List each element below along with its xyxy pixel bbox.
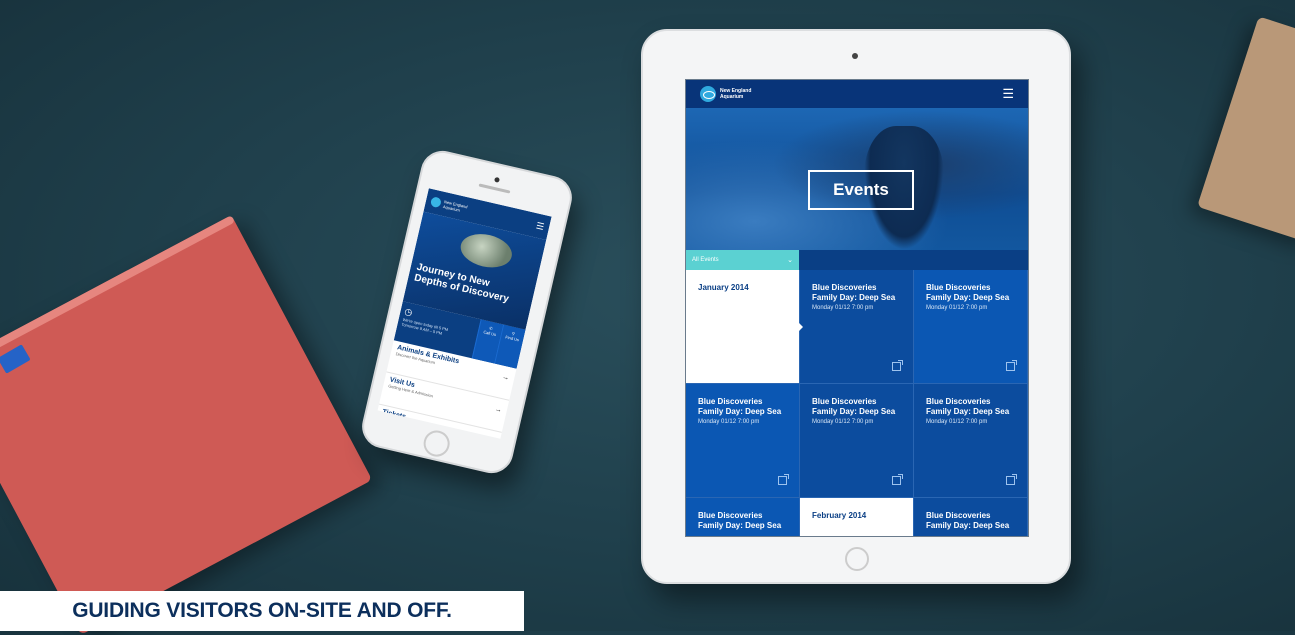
phone-brand: New England Aquarium: [442, 199, 469, 213]
events-filter-dropdown[interactable]: All Events ⌄: [686, 250, 799, 270]
phone-speaker: [478, 183, 511, 194]
event-card[interactable]: Blue Discoveries Family Day: Deep Sea Mo…: [914, 270, 1028, 384]
event-card[interactable]: Blue Discoveries Family Day: Deep Sea Mo…: [800, 270, 914, 384]
phone-hero-title: Journey to New Depths of Discovery: [413, 261, 510, 305]
fish-image: [457, 229, 516, 273]
arrow-right-icon: →: [501, 373, 510, 383]
external-link-icon[interactable]: [778, 474, 789, 485]
event-title: Blue Discoveries Family Day: Deep Sea: [698, 397, 782, 416]
event-title: Blue Discoveries Family Day: Deep Sea: [812, 397, 896, 416]
month-pointer: [798, 322, 803, 332]
hamburger-menu-icon[interactable]: ☰: [535, 220, 545, 233]
phone-home-button: [421, 427, 453, 460]
caption-banner: GUIDING VISITORS ON-SITE AND OFF.: [0, 591, 524, 631]
event-date: Monday 01/12 7:00 pm: [812, 305, 874, 311]
red-notebook: [0, 215, 373, 635]
month-label: January 2014: [698, 283, 749, 292]
hamburger-menu-icon[interactable]: ☰: [1002, 86, 1014, 102]
aquarium-logo-icon[interactable]: [429, 196, 442, 209]
chevron-down-icon: ⌄: [787, 257, 793, 264]
event-card[interactable]: Blue Discoveries Family Day: Deep Sea Mo…: [800, 384, 914, 498]
filter-label: All Events: [692, 257, 719, 263]
brown-notebook: [1197, 16, 1295, 244]
event-date: Monday 01/12 7:00 pm: [812, 419, 874, 425]
external-link-icon[interactable]: [892, 360, 903, 371]
month-header-cell: February 2014: [800, 498, 914, 536]
event-title: Blue Discoveries Family Day: Deep Sea: [812, 283, 896, 302]
event-date: Monday 01/12 7:00 pm: [926, 419, 988, 425]
event-date: Monday 01/12 7:00 pm: [698, 419, 760, 425]
event-card[interactable]: Blue Discoveries Family Day: Deep Sea: [686, 498, 800, 536]
tablet-brand: New England Aquarium: [720, 88, 752, 100]
tablet-hero: Events: [686, 108, 1028, 250]
external-link-icon[interactable]: [1006, 360, 1017, 371]
phone-camera: [493, 176, 500, 183]
event-card[interactable]: Blue Discoveries Family Day: Deep Sea Mo…: [914, 384, 1028, 498]
month-header-cell: January 2014: [686, 270, 803, 384]
tablet-home-button: [845, 547, 869, 571]
phone-screen: New England Aquarium ☰ Journey to New De…: [377, 188, 552, 439]
event-date: Monday 01/12 7:00 pm: [926, 305, 988, 311]
event-title: Blue Discoveries Family Day: Deep Sea: [698, 511, 782, 530]
event-title: Blue Discoveries Family Day: Deep Sea: [926, 283, 1010, 302]
external-link-icon[interactable]: [1006, 474, 1017, 485]
event-title: Blue Discoveries Family Day: Deep Sea: [926, 511, 1010, 530]
events-grid: January 2014 Blue Discoveries Family Day…: [686, 270, 1028, 536]
external-link-icon[interactable]: [892, 474, 903, 485]
event-title: Blue Discoveries Family Day: Deep Sea: [926, 397, 1010, 416]
event-card[interactable]: Blue Discoveries Family Day: Deep Sea: [914, 498, 1028, 536]
aquarium-logo-icon[interactable]: [700, 86, 716, 102]
arrow-right-icon: →: [494, 405, 503, 415]
month-label: February 2014: [812, 511, 867, 520]
tablet-mockup: New England Aquarium ☰ Events All Events…: [641, 29, 1071, 584]
tablet-camera: [852, 53, 858, 59]
events-title: Events: [808, 170, 914, 210]
tablet-screen: New England Aquarium ☰ Events All Events…: [685, 79, 1029, 537]
event-card[interactable]: Blue Discoveries Family Day: Deep Sea Mo…: [686, 384, 800, 498]
tablet-header: New England Aquarium ☰: [686, 80, 1028, 108]
phone-mockup: New England Aquarium ☰ Journey to New De…: [357, 146, 577, 478]
